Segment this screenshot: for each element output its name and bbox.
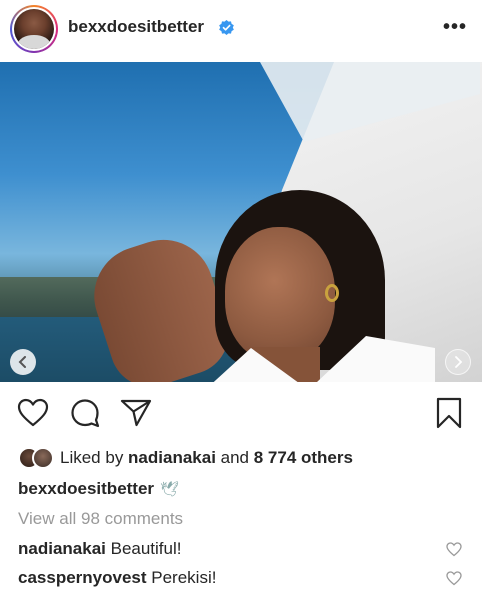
caption-username[interactable]: bexxdoesitbetter xyxy=(18,479,154,498)
comment-like-heart-icon[interactable] xyxy=(446,542,462,557)
avatar-image xyxy=(14,9,54,49)
comment-text: Beautiful! xyxy=(110,539,182,558)
comment-username[interactable]: casspernyovest xyxy=(18,568,147,587)
comment-like-heart-icon[interactable] xyxy=(446,571,462,586)
chevron-right-icon xyxy=(455,356,463,368)
liker-avatar xyxy=(32,447,54,469)
likes-summary[interactable]: Liked by nadianakai and 8 774 others xyxy=(18,446,353,470)
profile-avatar[interactable] xyxy=(10,5,58,53)
next-photo-button[interactable] xyxy=(445,349,471,375)
post-header: bexxdoesitbetter ••• xyxy=(0,0,482,60)
view-all-comments-link[interactable]: View all 98 comments xyxy=(18,509,183,529)
heart-outline-icon[interactable] xyxy=(17,398,49,428)
action-bar xyxy=(0,392,482,436)
likes-text: Liked by nadianakai and 8 774 others xyxy=(60,448,353,467)
comment-username[interactable]: nadianakai xyxy=(18,539,106,558)
dove-emoji: 🕊 xyxy=(160,481,180,498)
verified-badge-icon xyxy=(219,20,234,35)
comment-bubble-icon[interactable] xyxy=(70,398,100,428)
post-photo[interactable] xyxy=(0,62,482,382)
liked-by-username[interactable]: nadianakai xyxy=(128,448,216,467)
previous-photo-button[interactable] xyxy=(10,349,36,375)
more-options-button[interactable]: ••• xyxy=(443,16,467,39)
likes-others-count[interactable]: 8 774 others xyxy=(254,448,353,467)
comment-item: nadianakai Beautiful! xyxy=(18,539,182,559)
post-caption: bexxdoesitbetter 🕊 xyxy=(18,479,179,499)
paper-plane-icon[interactable] xyxy=(120,399,152,427)
chevron-left-icon xyxy=(18,356,26,368)
post-username[interactable]: bexxdoesitbetter xyxy=(68,17,204,37)
comment-text: Perekisi! xyxy=(151,568,217,587)
bookmark-icon[interactable] xyxy=(436,397,462,429)
comment-item: casspernyovest Perekisi! xyxy=(18,568,216,588)
instagram-post: bexxdoesitbetter ••• Liked by nadianakai… xyxy=(0,0,482,604)
